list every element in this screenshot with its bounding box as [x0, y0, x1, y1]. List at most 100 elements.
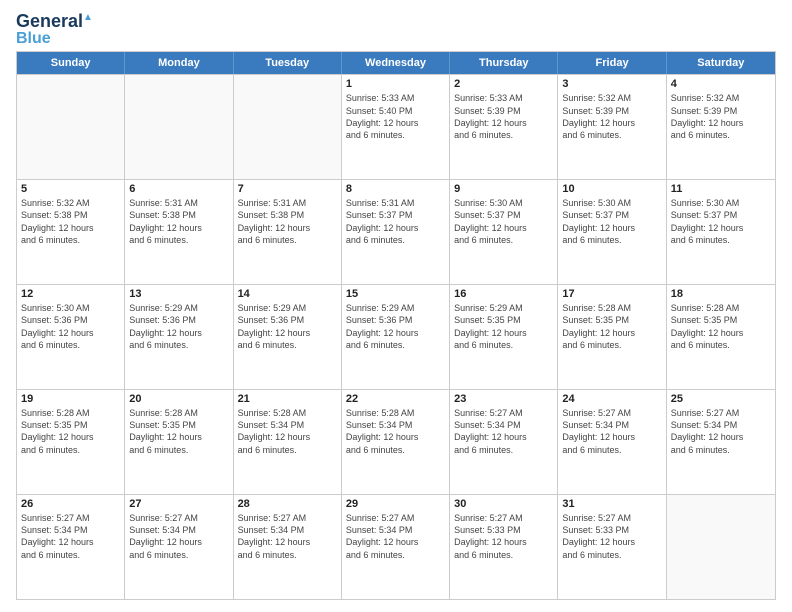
day-number: 4 — [671, 78, 771, 90]
day-number: 7 — [238, 183, 337, 195]
day-info: Sunrise: 5:28 AM Sunset: 5:34 PM Dayligh… — [346, 407, 445, 456]
day-info: Sunrise: 5:29 AM Sunset: 5:36 PM Dayligh… — [238, 302, 337, 351]
day-cell-24: 24 Sunrise: 5:27 AM Sunset: 5:34 PM Dayli… — [558, 390, 666, 494]
day-number: 17 — [562, 288, 661, 300]
day-number: 15 — [346, 288, 445, 300]
day-info: Sunrise: 5:29 AM Sunset: 5:35 PM Dayligh… — [454, 302, 553, 351]
day-cell-11: 11 Sunrise: 5:30 AM Sunset: 5:37 PM Dayli… — [667, 180, 775, 284]
day-cell-6: 6 Sunrise: 5:31 AM Sunset: 5:38 PM Daylig… — [125, 180, 233, 284]
day-info: Sunrise: 5:32 AM Sunset: 5:39 PM Dayligh… — [562, 92, 661, 141]
day-number: 24 — [562, 393, 661, 405]
header-day-tuesday: Tuesday — [234, 52, 342, 74]
day-info: Sunrise: 5:30 AM Sunset: 5:37 PM Dayligh… — [562, 197, 661, 246]
day-number: 5 — [21, 183, 120, 195]
day-info: Sunrise: 5:33 AM Sunset: 5:39 PM Dayligh… — [454, 92, 553, 141]
day-cell-7: 7 Sunrise: 5:31 AM Sunset: 5:38 PM Daylig… — [234, 180, 342, 284]
header-day-sunday: Sunday — [17, 52, 125, 74]
day-info: Sunrise: 5:31 AM Sunset: 5:38 PM Dayligh… — [129, 197, 228, 246]
day-cell-26: 26 Sunrise: 5:27 AM Sunset: 5:34 PM Dayli… — [17, 495, 125, 599]
day-number: 10 — [562, 183, 661, 195]
header: General▲ Blue — [16, 12, 776, 47]
logo-blue: Blue — [16, 30, 51, 48]
day-cell-18: 18 Sunrise: 5:28 AM Sunset: 5:35 PM Dayli… — [667, 285, 775, 389]
day-info: Sunrise: 5:32 AM Sunset: 5:38 PM Dayligh… — [21, 197, 120, 246]
day-info: Sunrise: 5:30 AM Sunset: 5:37 PM Dayligh… — [454, 197, 553, 246]
logo-general: General — [16, 11, 83, 31]
day-info: Sunrise: 5:28 AM Sunset: 5:35 PM Dayligh… — [21, 407, 120, 456]
day-number: 2 — [454, 78, 553, 90]
header-day-wednesday: Wednesday — [342, 52, 450, 74]
day-cell-15: 15 Sunrise: 5:29 AM Sunset: 5:36 PM Dayli… — [342, 285, 450, 389]
day-info: Sunrise: 5:28 AM Sunset: 5:35 PM Dayligh… — [671, 302, 771, 351]
day-cell-19: 19 Sunrise: 5:28 AM Sunset: 5:35 PM Dayli… — [17, 390, 125, 494]
day-info: Sunrise: 5:27 AM Sunset: 5:33 PM Dayligh… — [562, 512, 661, 561]
day-info: Sunrise: 5:27 AM Sunset: 5:34 PM Dayligh… — [346, 512, 445, 561]
page: General▲ Blue SundayMondayTuesdayWednesd… — [0, 0, 792, 612]
header-day-saturday: Saturday — [667, 52, 775, 74]
day-cell-empty — [125, 75, 233, 179]
day-number: 12 — [21, 288, 120, 300]
header-day-friday: Friday — [558, 52, 666, 74]
day-cell-22: 22 Sunrise: 5:28 AM Sunset: 5:34 PM Dayli… — [342, 390, 450, 494]
day-number: 31 — [562, 498, 661, 510]
day-number: 3 — [562, 78, 661, 90]
day-info: Sunrise: 5:27 AM Sunset: 5:34 PM Dayligh… — [671, 407, 771, 456]
day-number: 27 — [129, 498, 228, 510]
day-number: 25 — [671, 393, 771, 405]
day-info: Sunrise: 5:27 AM Sunset: 5:34 PM Dayligh… — [454, 407, 553, 456]
day-cell-3: 3 Sunrise: 5:32 AM Sunset: 5:39 PM Daylig… — [558, 75, 666, 179]
day-cell-4: 4Sunrise: 5:32 AM Sunset: 5:39 PM Daylig… — [667, 75, 775, 179]
day-number: 18 — [671, 288, 771, 300]
day-cell-28: 28Sunrise: 5:27 AM Sunset: 5:34 PM Dayli… — [234, 495, 342, 599]
day-info: Sunrise: 5:27 AM Sunset: 5:34 PM Dayligh… — [129, 512, 228, 561]
day-number: 21 — [238, 393, 337, 405]
day-info: Sunrise: 5:28 AM Sunset: 5:35 PM Dayligh… — [562, 302, 661, 351]
calendar-week-4: 19 Sunrise: 5:28 AM Sunset: 5:35 PM Dayli… — [17, 389, 775, 494]
day-number: 6 — [129, 183, 228, 195]
day-number: 19 — [21, 393, 120, 405]
day-number: 20 — [129, 393, 228, 405]
day-cell-17: 17 Sunrise: 5:28 AM Sunset: 5:35 PM Dayli… — [558, 285, 666, 389]
day-info: Sunrise: 5:31 AM Sunset: 5:38 PM Dayligh… — [238, 197, 337, 246]
day-info: Sunrise: 5:33 AM Sunset: 5:40 PM Dayligh… — [346, 92, 445, 141]
day-cell-21: 21Sunrise: 5:28 AM Sunset: 5:34 PM Dayli… — [234, 390, 342, 494]
day-number: 16 — [454, 288, 553, 300]
day-cell-23: 23 Sunrise: 5:27 AM Sunset: 5:34 PM Dayli… — [450, 390, 558, 494]
day-number: 26 — [21, 498, 120, 510]
day-info: Sunrise: 5:30 AM Sunset: 5:36 PM Dayligh… — [21, 302, 120, 351]
day-info: Sunrise: 5:29 AM Sunset: 5:36 PM Dayligh… — [129, 302, 228, 351]
day-number: 9 — [454, 183, 553, 195]
day-cell-16: 16 Sunrise: 5:29 AM Sunset: 5:35 PM Dayli… — [450, 285, 558, 389]
day-cell-12: 12 Sunrise: 5:30 AM Sunset: 5:36 PM Dayli… — [17, 285, 125, 389]
calendar-week-5: 26 Sunrise: 5:27 AM Sunset: 5:34 PM Dayli… — [17, 494, 775, 599]
day-cell-empty — [234, 75, 342, 179]
day-cell-empty — [667, 495, 775, 599]
day-cell-1: 1 Sunrise: 5:33 AM Sunset: 5:40 PM Daylig… — [342, 75, 450, 179]
day-number: 22 — [346, 393, 445, 405]
day-info: Sunrise: 5:29 AM Sunset: 5:36 PM Dayligh… — [346, 302, 445, 351]
calendar-body: 1 Sunrise: 5:33 AM Sunset: 5:40 PM Daylig… — [17, 74, 775, 599]
calendar-week-1: 1 Sunrise: 5:33 AM Sunset: 5:40 PM Daylig… — [17, 74, 775, 179]
day-number: 8 — [346, 183, 445, 195]
day-info: Sunrise: 5:27 AM Sunset: 5:33 PM Dayligh… — [454, 512, 553, 561]
day-cell-2: 2 Sunrise: 5:33 AM Sunset: 5:39 PM Daylig… — [450, 75, 558, 179]
day-number: 23 — [454, 393, 553, 405]
day-info: Sunrise: 5:28 AM Sunset: 5:35 PM Dayligh… — [129, 407, 228, 456]
day-info: Sunrise: 5:27 AM Sunset: 5:34 PM Dayligh… — [238, 512, 337, 561]
header-day-monday: Monday — [125, 52, 233, 74]
day-info: Sunrise: 5:27 AM Sunset: 5:34 PM Dayligh… — [562, 407, 661, 456]
day-number: 30 — [454, 498, 553, 510]
day-info: Sunrise: 5:27 AM Sunset: 5:34 PM Dayligh… — [21, 512, 120, 561]
calendar-week-2: 5 Sunrise: 5:32 AM Sunset: 5:38 PM Daylig… — [17, 179, 775, 284]
day-cell-13: 13 Sunrise: 5:29 AM Sunset: 5:36 PM Dayli… — [125, 285, 233, 389]
day-cell-27: 27 Sunrise: 5:27 AM Sunset: 5:34 PM Dayli… — [125, 495, 233, 599]
day-number: 1 — [346, 78, 445, 90]
day-cell-5: 5 Sunrise: 5:32 AM Sunset: 5:38 PM Daylig… — [17, 180, 125, 284]
day-info: Sunrise: 5:31 AM Sunset: 5:37 PM Dayligh… — [346, 197, 445, 246]
day-info: Sunrise: 5:30 AM Sunset: 5:37 PM Dayligh… — [671, 197, 771, 246]
day-number: 11 — [671, 183, 771, 195]
header-day-thursday: Thursday — [450, 52, 558, 74]
day-cell-30: 30 Sunrise: 5:27 AM Sunset: 5:33 PM Dayli… — [450, 495, 558, 599]
calendar-header: SundayMondayTuesdayWednesdayThursdayFrid… — [17, 52, 775, 74]
day-number: 13 — [129, 288, 228, 300]
